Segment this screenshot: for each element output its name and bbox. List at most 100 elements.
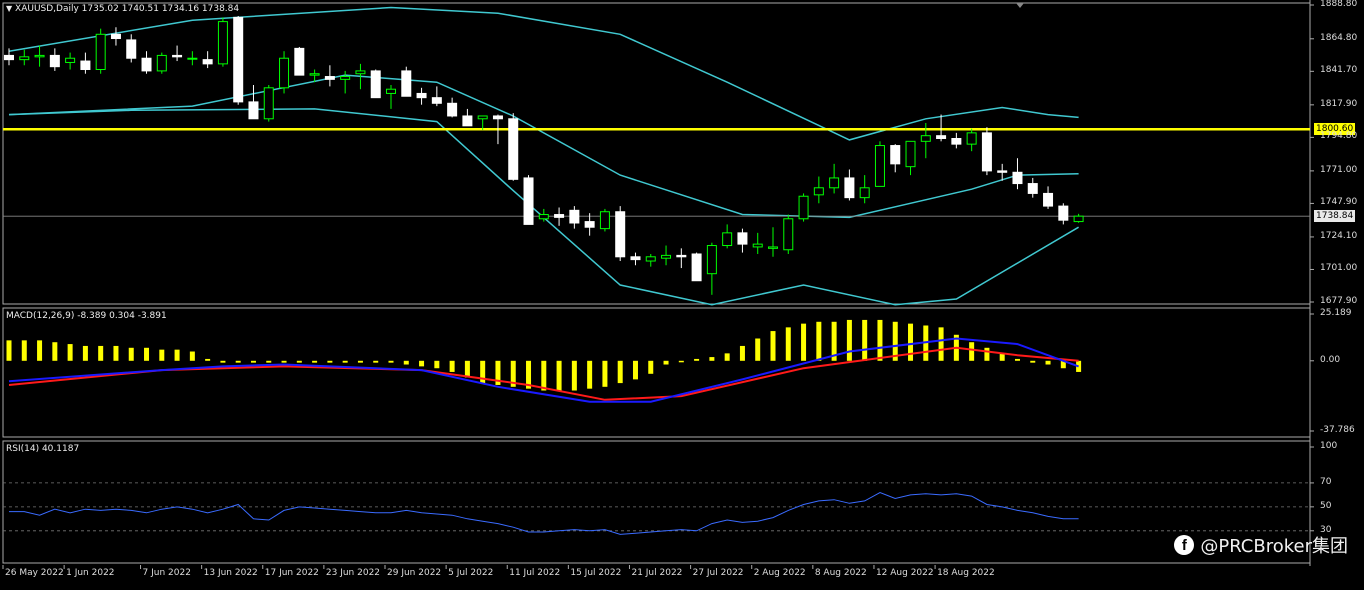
candle [370,69,381,99]
symbol-ohlc-label: XAUUSD,Daily 1735.02 1740.51 1734.16 173… [15,4,240,14]
candle [752,232,763,254]
candle-body [538,214,549,220]
macd-histogram-bar [159,349,165,361]
candle-body [141,57,152,72]
candle [248,84,259,120]
macd-histogram-bar [846,319,852,361]
macd-histogram-bar [678,360,684,363]
candle [936,114,947,142]
time-tick-label: 13 Jun 2022 [203,568,258,578]
macd-histogram-bar [67,344,73,361]
candle-body [492,115,503,120]
macd-histogram-bar [403,360,409,365]
macd-histogram-bar [938,327,944,361]
time-tick-label: 5 Jul 2022 [448,568,494,578]
candle-body [156,54,167,72]
candle-body [370,70,381,99]
macd-histogram-bar [128,347,134,361]
macd-histogram-bar [862,319,868,361]
macd-histogram-bar [617,360,623,384]
macd-tick-label: 0.00 [1320,354,1341,365]
time-tick-label: 7 Jun 2022 [142,568,191,578]
macd-histogram-bar [770,331,776,361]
candle [1073,213,1084,223]
candle-body [798,195,809,220]
candle [508,113,519,181]
price-tick-label: 1841.70 [1320,65,1358,76]
candle-body [966,132,977,145]
candle [981,127,992,176]
candle-body [523,177,534,225]
macd-tick-label: -37.786 [1320,425,1355,435]
candle-body [340,76,351,80]
time-tick-label: 27 Jul 2022 [692,568,744,578]
candle [829,163,840,194]
candle [462,108,473,127]
candle [706,242,717,295]
candle-body [1073,215,1084,223]
macd-histogram-bar [37,340,43,361]
chart-canvas[interactable] [0,0,1364,586]
candle [263,84,274,122]
candle [798,193,809,222]
macd-histogram-bar [235,360,241,363]
candle [202,51,213,69]
candle-body [294,47,305,76]
macd-histogram-bar [1045,360,1051,365]
candle [966,128,977,152]
candle-body [19,56,30,61]
candle [156,52,167,74]
dropdown-triangle-icon[interactable]: ▼ [6,4,12,13]
candle-body [874,145,885,187]
candle-body [691,253,702,282]
price-tick-label: 1794.80 [1320,131,1358,142]
candle-body [477,115,488,120]
price-tick-label: 1677.90 [1320,296,1358,306]
candle [859,175,870,204]
candle-body [630,256,641,261]
panel-frame [2,2,1311,305]
macd-histogram-bar [189,351,195,361]
panel-frame [2,307,1311,438]
macd-histogram-bar [571,360,577,391]
macd-histogram-bar [312,360,318,363]
candle [110,27,121,46]
macd-histogram-bar [1014,358,1020,361]
candle-body [447,102,458,117]
candle-body [1027,183,1038,194]
candle [554,207,565,226]
candle-body [80,60,91,70]
candle-body [676,254,687,258]
macd-histogram-bar [587,360,593,389]
macd-histogram-bar [785,327,791,361]
candle-body [1043,192,1054,207]
candle-body [768,246,778,249]
macd-histogram-bar [908,323,914,361]
candle-body [981,132,992,172]
candle-body [905,140,916,168]
candle [676,248,687,269]
macd-histogram-bar [98,345,104,361]
candle-body [95,33,106,70]
chart-window[interactable]: ▼ XAUUSD,Daily 1735.02 1740.51 1734.16 1… [0,0,1364,586]
candle [630,252,641,266]
candle-body [752,243,763,248]
panel-frame [2,440,1311,564]
time-tick-label: 11 Jul 2022 [509,568,561,578]
candle [722,224,733,249]
time-tick-label: 15 Jul 2022 [570,568,622,578]
candle [691,252,702,282]
macd-histogram-bar [82,345,88,361]
candle [874,141,885,187]
rsi-tick-label: 100 [1320,441,1338,451]
candle-body [997,170,1008,173]
candle-body [859,187,870,199]
watermark-text: @PRCBroker集团 [1200,536,1348,557]
macd-histogram-bar [969,342,975,361]
candle [615,206,626,262]
macd-histogram-bar [296,360,302,363]
candle [890,144,901,173]
candle [187,51,198,66]
candle-body [829,177,840,189]
time-tick-label: 17 Jun 2022 [264,568,319,578]
